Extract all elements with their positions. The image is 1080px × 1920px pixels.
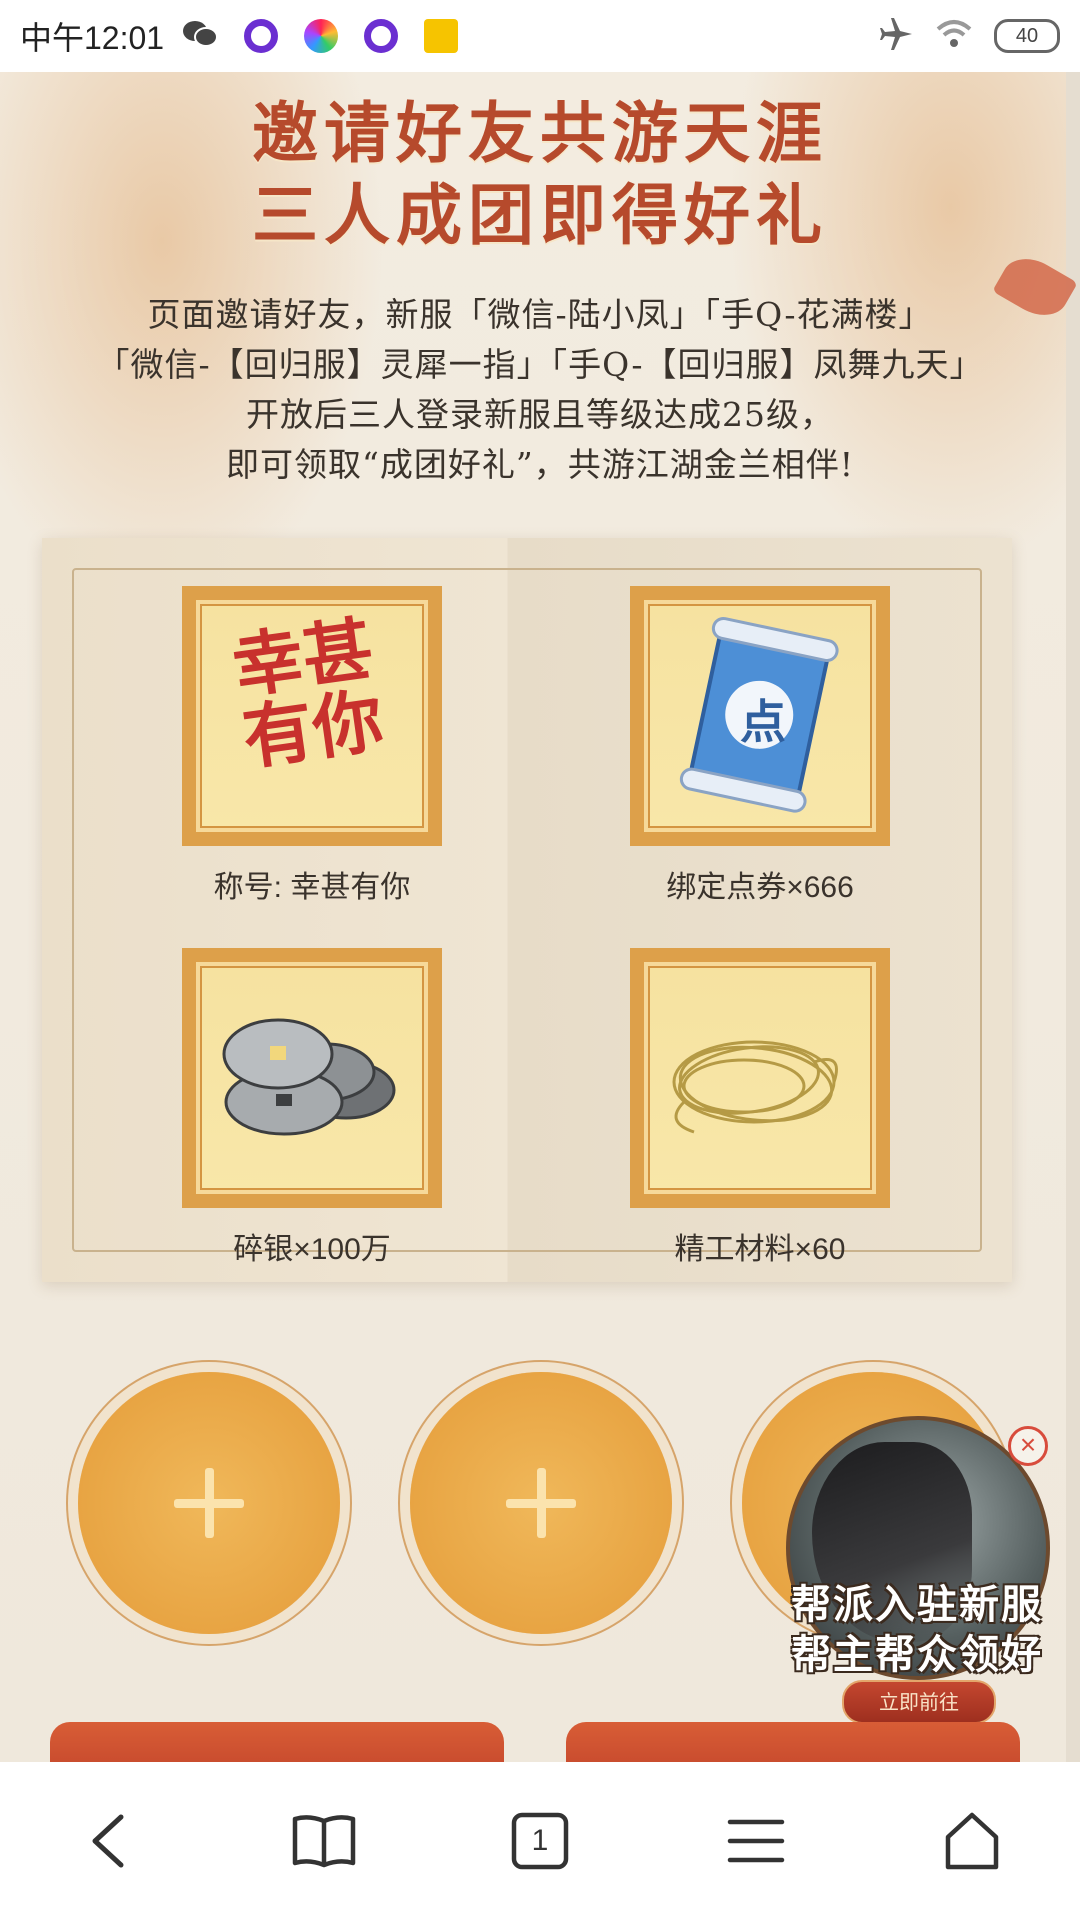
go-now-button[interactable]: 立即前往 (842, 1680, 996, 1724)
app-ring-icon (244, 19, 279, 53)
bookmarks-icon[interactable] (279, 1796, 369, 1886)
title-calligraphy-icon: 幸甚 有你 (182, 586, 442, 846)
page-title-line2: 三人成团即得好礼 (252, 176, 828, 254)
description-line: 即可领取“成团好礼”，共游江湖金兰相伴! (225, 445, 854, 484)
reward-label: 称号: 幸甚有你 (213, 871, 411, 904)
scroll-glyph: 点 (740, 695, 786, 749)
app-seven-icon (424, 19, 459, 53)
event-description: 页面邀请好友，新服「微信-陆小凤」「手Q-花满楼」 「微信-【回归服】灵犀一指」… (0, 290, 1080, 490)
description-line: 开放后三人登录新服且等级达成25级， (246, 395, 834, 434)
home-icon[interactable] (927, 1796, 1017, 1886)
status-time: 中午12:01 (20, 20, 165, 56)
battery-icon: 40 (994, 19, 1060, 53)
calligraphy-row: 有你 (237, 678, 389, 780)
reward-item: 点 绑定点券×666 (630, 586, 890, 906)
close-icon[interactable]: × (1008, 1426, 1048, 1466)
calligraphy-text: 幸甚 有你 (228, 607, 389, 780)
reward-item: 碎银×100万 (182, 948, 442, 1268)
wechat-icon (182, 19, 219, 54)
browser-nav-bar: 1 (0, 1762, 1080, 1920)
thread-material-icon (630, 948, 890, 1208)
invite-friend-slot[interactable] (78, 1372, 340, 1634)
app-flower-icon (304, 19, 339, 53)
invite-friend-slot[interactable] (410, 1372, 672, 1634)
app-ring-icon (364, 19, 399, 53)
wifi-icon (936, 19, 972, 54)
activity-page: 邀请好友共游天涯 三人成团即得好礼 页面邀请好友，新服「微信-陆小凤」「手Q-花… (0, 72, 1080, 1762)
tabs-icon[interactable]: 1 (495, 1796, 585, 1886)
reward-label: 绑定点券×666 (666, 871, 854, 904)
silver-coins-icon (182, 948, 442, 1208)
description-line: 页面邀请好友，新服「微信-陆小凤」「手Q-花满楼」 (147, 295, 933, 334)
reward-item: 精工材料×60 (630, 948, 890, 1268)
airplane-icon (878, 16, 914, 57)
description-line: 「微信-【回归服】灵犀一指」「手Q-【回归服】凤舞九天」 (96, 345, 984, 384)
guild-promo-banner[interactable]: × 帮派入驻新服 帮主帮众领好礼 立即前往 (772, 1372, 1062, 1736)
reward-panel: 幸甚 有你 称号: 幸甚有你 点 绑定点券×666 碎银×100万 精工材料×6… (42, 538, 1012, 1282)
scroll-icon: 点 (630, 586, 890, 846)
plus-icon (174, 1468, 244, 1538)
menu-icon[interactable] (711, 1796, 801, 1886)
action-button-left[interactable] (50, 1722, 504, 1762)
status-bar: 中午12:01 40 (0, 0, 1080, 72)
reward-label: 精工材料×60 (674, 1233, 846, 1266)
action-button-right[interactable] (566, 1722, 1020, 1762)
back-icon[interactable] (63, 1796, 153, 1886)
plus-icon (506, 1468, 576, 1538)
reward-item: 幸甚 有你 称号: 幸甚有你 (182, 586, 442, 906)
reward-label: 碎银×100万 (233, 1233, 391, 1266)
tab-count: 1 (531, 1824, 549, 1857)
